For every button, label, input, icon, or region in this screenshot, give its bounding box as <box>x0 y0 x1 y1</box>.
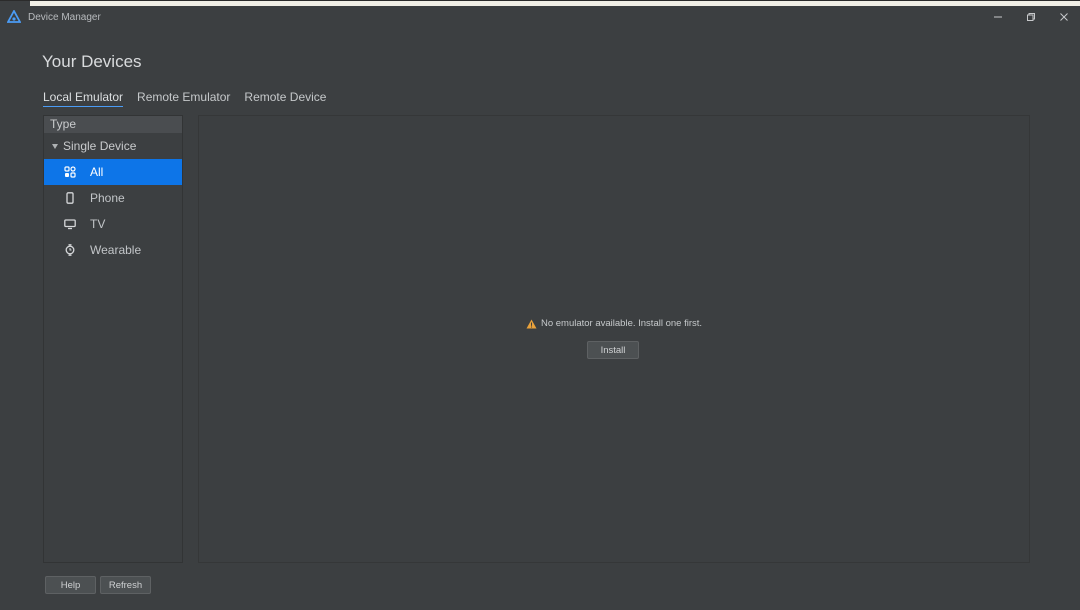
device-list-panel: No emulator available. Install one first… <box>198 115 1030 563</box>
restore-icon <box>1026 13 1035 21</box>
sidebar-item-phone[interactable]: Phone <box>44 185 182 211</box>
minimize-button[interactable] <box>981 6 1014 28</box>
device-type-sidebar: Type Single Device All Phone TV Wearable <box>43 115 183 563</box>
empty-state-message: No emulator available. Install one first… <box>199 318 1029 329</box>
device-manager-window: Device Manager Your Devices Local Emulat… <box>0 0 1080 610</box>
group-label: Single Device <box>63 139 137 153</box>
restore-button[interactable] <box>1014 6 1047 28</box>
sidebar-header: Type <box>44 116 182 133</box>
close-button[interactable] <box>1047 6 1080 28</box>
warning-icon <box>526 319 537 328</box>
tv-icon <box>64 218 76 230</box>
caret-down-icon <box>52 143 58 149</box>
tab-local-emulator[interactable]: Local Emulator <box>43 90 124 107</box>
sidebar-item-label: TV <box>90 217 106 231</box>
page-title: Your Devices <box>42 52 142 71</box>
group-single-device[interactable]: Single Device <box>44 133 182 159</box>
sidebar-item-label: Wearable <box>90 243 142 257</box>
watch-icon <box>64 244 76 256</box>
sidebar-item-wearable[interactable]: Wearable <box>44 237 182 263</box>
title-bar: Device Manager <box>0 6 1080 28</box>
empty-state-text: No emulator available. Install one first… <box>540 318 703 329</box>
tab-bar: Local Emulator Remote Emulator Remote De… <box>43 90 326 107</box>
install-button[interactable]: Install <box>587 341 639 359</box>
help-button[interactable]: Help <box>45 576 96 594</box>
phone-icon <box>64 192 76 204</box>
sidebar-item-label: Phone <box>90 191 125 205</box>
refresh-button[interactable]: Refresh <box>100 576 151 594</box>
sidebar-item-tv[interactable]: TV <box>44 211 182 237</box>
tab-remote-device[interactable]: Remote Device <box>244 90 326 107</box>
sidebar-item-label: All <box>90 165 104 179</box>
tab-remote-emulator[interactable]: Remote Emulator <box>137 90 230 107</box>
close-icon <box>1059 13 1068 21</box>
app-logo-icon <box>7 10 21 23</box>
minimize-icon <box>993 16 1002 18</box>
grid-icon <box>64 166 76 178</box>
window-title: Device Manager <box>28 11 101 23</box>
sidebar-item-all[interactable]: All <box>44 159 182 185</box>
